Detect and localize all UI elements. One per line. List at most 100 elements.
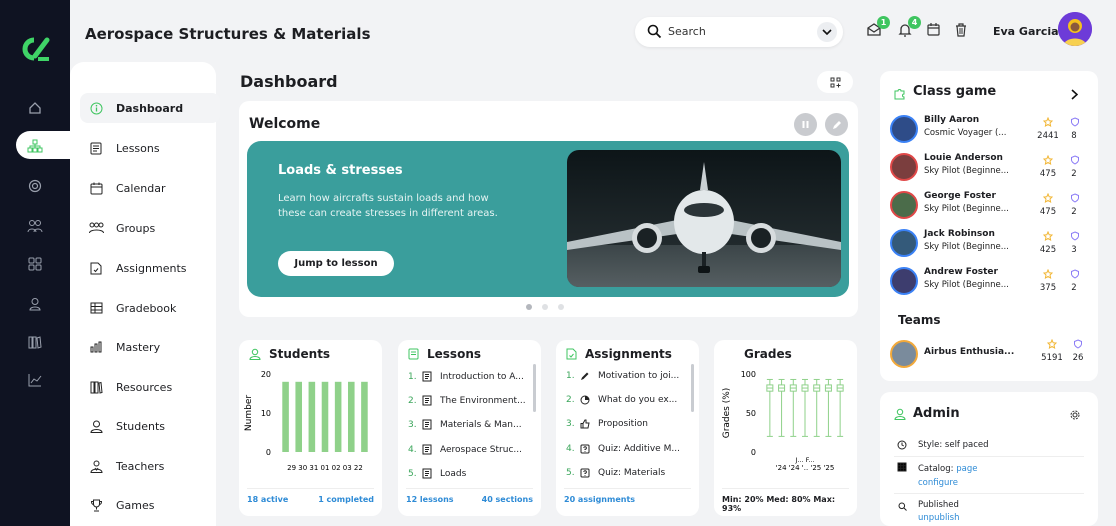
edit-button[interactable] [825, 113, 848, 136]
star-icon [1043, 269, 1053, 279]
sidebar-item-games[interactable]: Games [80, 490, 220, 520]
sidebar-item-mastery[interactable]: Mastery [80, 332, 220, 362]
target-icon[interactable] [25, 176, 45, 196]
leaderboard-row[interactable]: Louie Anderson Sky Pilot (Beginne... 475 2 [890, 151, 1090, 185]
org-icon[interactable] [25, 136, 45, 156]
students-completed-link[interactable]: 1 completed [318, 495, 374, 504]
teacher-icon [88, 458, 104, 474]
admin-card: Admin Style: self paced Catalog: page con… [880, 392, 1098, 526]
assignments-card-footer: 20 assignments [564, 488, 691, 504]
sidebar-item-students[interactable]: Students [80, 411, 220, 441]
lessons-card-header: Lessons [408, 347, 481, 361]
sidebar-item-groups[interactable]: Groups [80, 213, 220, 243]
library-icon[interactable] [25, 332, 45, 352]
calendar-icon [88, 180, 104, 196]
admin-title: Admin [913, 406, 960, 421]
app-title: Aerospace Structures & Materials [85, 25, 371, 43]
analytics-icon[interactable] [25, 370, 45, 390]
list-item[interactable]: 5. Quiz: Materials [566, 468, 691, 478]
students-chart: Number 20 10 0 29 30 31 01 02 03 22 [244, 370, 368, 472]
sidebar-item-resources[interactable]: Resources [80, 372, 220, 402]
carousel-dot[interactable] [542, 304, 548, 310]
search-input[interactable]: Search [668, 25, 706, 38]
pause-button[interactable] [794, 113, 817, 136]
class-game-card: Class game Billy Aaron Cosmic Voyager (..… [880, 71, 1098, 381]
list-item[interactable]: 1. Motivation to joi... [566, 371, 691, 381]
jump-to-lesson-button[interactable]: Jump to lesson [278, 251, 394, 276]
list-item[interactable]: 5. Loads [408, 468, 533, 479]
bar [282, 381, 289, 452]
calendar-icon[interactable] [926, 22, 944, 40]
leaderboard-row[interactable]: Andrew Foster Sky Pilot (Beginne... 375 2 [890, 265, 1090, 299]
hero-description: Learn how aircrafts sustain loads and ho… [278, 193, 498, 219]
catalog-configure-link[interactable]: configure [918, 478, 958, 488]
star-icon [1043, 231, 1053, 241]
library-icon [88, 379, 104, 395]
book-icon [422, 419, 434, 430]
user-icon[interactable] [25, 294, 45, 314]
sidebar-item-teachers[interactable]: Teachers [80, 451, 220, 481]
chevron-down-icon[interactable] [817, 22, 837, 42]
list-item[interactable]: 3. Materials & Man... [408, 419, 533, 430]
sidebar-item-assignments[interactable]: Assignments [80, 253, 220, 283]
team-row[interactable]: Airbus Enthusia... 5191 26 [890, 338, 1090, 372]
home-icon[interactable] [25, 98, 45, 118]
y-axis-label: Number [244, 395, 254, 431]
chevron-right-icon[interactable] [1071, 89, 1078, 100]
avatar[interactable] [1058, 12, 1092, 46]
sidebar-item-lessons[interactable]: Lessons [80, 133, 220, 163]
clock-icon [894, 440, 910, 450]
widgets-button[interactable] [817, 71, 853, 93]
grades-card-footer: Min: 20% Med: 80% Max: 93% [722, 488, 849, 513]
carousel-dot[interactable] [558, 304, 564, 310]
book-icon [422, 395, 434, 406]
sidebar-item-gradebook[interactable]: Gradebook [80, 293, 220, 323]
list-item[interactable]: 4. Aerospace Struc... [408, 444, 533, 455]
assignments-card[interactable]: Assignments 1. Motivation to joi... 2. Wha… [556, 340, 699, 516]
search-box[interactable]: Search [635, 17, 843, 47]
sidebar-item-calendar[interactable]: Calendar [80, 173, 220, 203]
leaderboard-row[interactable]: Jack Robinson Sky Pilot (Beginne... 425 3 [890, 227, 1090, 261]
unpublish-link[interactable]: unpublish [918, 513, 960, 523]
messages-icon[interactable]: 1 [866, 16, 890, 40]
welcome-card: Welcome Loads & stresses Learn how aircr… [239, 101, 858, 317]
leaderboard-row[interactable]: George Foster Sky Pilot (Beginne... 475 2 [890, 189, 1090, 223]
assignments-count-link[interactable]: 20 assignments [564, 495, 635, 504]
user-name[interactable]: Eva Garcia [993, 25, 1059, 38]
apps-icon[interactable] [25, 254, 45, 274]
x-tick-labels: '24 '24 '.. '25 '25 [776, 464, 835, 472]
lessons-card[interactable]: Lessons 1. Introduction to A... 2. The Env… [398, 340, 541, 516]
gear-icon[interactable] [1070, 410, 1080, 420]
assignments-scrollbar[interactable] [691, 364, 694, 412]
search-icon [894, 499, 910, 525]
catalog-page-link[interactable]: page [956, 464, 977, 474]
shield-icon [1071, 269, 1079, 279]
leaderboard-row[interactable]: Billy Aaron Cosmic Voyager (... 2441 8 [890, 113, 1090, 147]
assignment-icon [566, 348, 577, 360]
list-item[interactable]: 3. Proposition [566, 419, 691, 429]
book-icon [88, 140, 104, 156]
trash-icon[interactable] [954, 22, 972, 40]
y-tick-label: 50 [746, 409, 756, 418]
pencil-icon [580, 371, 592, 381]
carousel-dot[interactable] [526, 304, 532, 310]
avatar [890, 229, 918, 257]
carousel-dots[interactable] [526, 304, 564, 310]
grades-card[interactable]: Grades Grades (%) 100 50 0 J... F... '24 '24 … [714, 340, 857, 516]
list-item[interactable]: 1. Introduction to A... [408, 371, 533, 382]
students-card[interactable]: Students Number 20 10 0 29 30 31 01 02 03 22… [239, 340, 382, 516]
lessons-count-link[interactable]: 12 lessons [406, 495, 454, 504]
students-active-link[interactable]: 18 active [247, 495, 288, 504]
list-item[interactable]: 2. What do you ex... [566, 395, 691, 405]
lessons-scrollbar[interactable] [533, 364, 536, 412]
list-item[interactable]: 4. Quiz: Additive M... [566, 444, 691, 454]
book-icon [422, 371, 434, 382]
sections-count-link[interactable]: 40 sections [482, 495, 533, 504]
bar [348, 381, 355, 452]
app-logo[interactable] [20, 34, 52, 64]
list-item[interactable]: 2. The Environment... [408, 395, 533, 406]
admin-catalog-row: Catalog: page configure [894, 462, 1084, 490]
people-icon[interactable] [25, 216, 45, 236]
bell-icon[interactable]: 4 [897, 16, 921, 40]
sidebar-item-dashboard[interactable]: Dashboard [80, 93, 220, 123]
